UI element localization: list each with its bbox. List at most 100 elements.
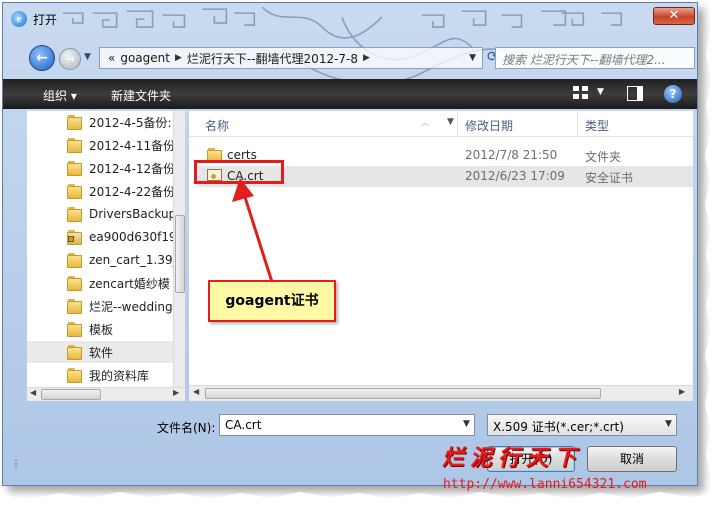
nav-item[interactable]: ea900d630f19 (27, 226, 173, 248)
nav-item[interactable]: 软件 (27, 341, 173, 363)
nav-item-label: 烂泥--wedding (89, 299, 173, 314)
nav-vertical-scrollbar[interactable] (173, 111, 185, 401)
cancel-button[interactable]: 取消 (587, 446, 677, 472)
file-row[interactable]: CA.crt 2012/6/23 17:09 安全证书 (197, 166, 693, 187)
nav-item-label: zencart婚纱模 (89, 276, 170, 291)
column-filter-icon[interactable]: ▼ (447, 117, 454, 127)
file-hscroll-thumb[interactable] (205, 388, 601, 399)
folder-icon (67, 207, 82, 222)
back-button[interactable]: ← (29, 45, 55, 71)
nav-item[interactable]: zencart婚纱模 (27, 272, 173, 294)
file-type: 文件夹 (585, 150, 622, 164)
column-modified[interactable]: 修改日期 (465, 117, 513, 134)
nav-item-label: zen_cart_1.39_ (89, 253, 173, 267)
view-dropdown-icon[interactable]: ▼ (597, 87, 604, 97)
folder-icon (67, 161, 82, 176)
file-modified: 2012/6/23 17:09 (465, 169, 565, 183)
nav-item-label: 2012-4-12备份 (89, 161, 173, 176)
folder-icon (207, 148, 222, 163)
title-bar: e 打开 ✕ (3, 3, 697, 35)
scroll-right-icon[interactable]: ▶ (173, 388, 179, 397)
resize-grip-icon[interactable]: ⋮ (11, 459, 21, 473)
nav-item-label: 2012-4-22备份 (89, 184, 173, 199)
new-folder-button[interactable]: 新建文件夹 (111, 87, 171, 104)
breadcrumb-goagent[interactable]: goagent (120, 51, 170, 65)
view-options-icon[interactable] (573, 86, 589, 100)
torn-edge-bottom (0, 492, 718, 505)
file-name: certs (227, 148, 257, 162)
nav-horizontal-scrollbar[interactable]: ◀ ▶ (27, 387, 185, 401)
filename-dropdown-icon[interactable]: ▼ (463, 419, 470, 429)
address-overflow[interactable]: « (108, 51, 115, 65)
column-divider[interactable] (457, 111, 458, 137)
scroll-right-icon[interactable]: ▶ (679, 387, 685, 396)
folder-icon (67, 322, 82, 337)
filetype-dropdown-icon[interactable]: ▼ (665, 419, 672, 429)
nav-item[interactable]: 2012-4-5备份: (27, 111, 173, 133)
address-bar[interactable]: « goagent ▶ 烂泥行天下--翻墙代理2012-7-8 ▶ ▼ (99, 47, 483, 69)
arrow-right-icon: → (64, 52, 76, 66)
sort-caret-icon: ︿ (421, 118, 429, 127)
scroll-left-icon[interactable]: ◀ (30, 388, 36, 397)
nav-item-label: 2012-4-11备份 (89, 138, 173, 153)
nav-item[interactable]: 2012-4-22备份 (27, 180, 173, 202)
nav-item[interactable]: 我的资料库 (27, 364, 173, 386)
navigation-pane: 2012-4-5备份: 2012-4-11备份 2012-4-12备份 2012-4-… (27, 111, 173, 401)
file-type: 安全证书 (585, 171, 634, 185)
address-dropdown-icon[interactable]: ▼ (469, 53, 476, 63)
nav-item[interactable]: 2012-4-12备份 (27, 157, 173, 179)
breadcrumb-separator-icon[interactable]: ▶ (363, 53, 370, 63)
breadcrumb-separator-icon[interactable]: ▶ (175, 53, 182, 63)
nav-item-label: 软件 (89, 345, 114, 360)
open-file-dialog: e 打开 ✕ ← → ▼ « goagent ▶ 烂泥行天下--翻墙代理2012… (2, 2, 698, 486)
file-list: 名称 ︿ ▼ 修改日期 类型 certs 2012/7/8 21:50 文件夹 CA.… (189, 111, 693, 401)
column-name[interactable]: 名称 (205, 117, 229, 134)
open-button[interactable]: 打开(O) (487, 446, 575, 472)
torn-edge-right (705, 0, 718, 505)
close-button[interactable]: ✕ (653, 7, 695, 25)
nav-item-label: 我的资料库 (89, 368, 150, 383)
file-horizontal-scrollbar[interactable]: ◀ ▶ (189, 385, 693, 401)
nav-item[interactable]: DriversBackup (27, 203, 173, 225)
forward-button[interactable]: → (59, 48, 81, 70)
nav-item-label: 2012-4-5备份: (89, 115, 172, 130)
file-modified: 2012/7/8 21:50 (465, 148, 558, 162)
filetype-select[interactable]: X.509 证书(*.cer;*.crt) (487, 414, 677, 436)
ie-logo-icon: e (11, 11, 27, 27)
close-icon: ✕ (668, 8, 680, 23)
search-input[interactable]: 搜索 烂泥行天下--翻墙代理2... (495, 47, 695, 69)
folder-icon (67, 276, 82, 291)
lock-icon (68, 236, 74, 242)
nav-scroll-thumb[interactable] (175, 215, 185, 293)
window-title: 打开 (33, 13, 58, 27)
folder-icon (67, 138, 82, 153)
file-name: CA.crt (227, 169, 264, 183)
nav-item-label: DriversBackup (89, 207, 173, 221)
folder-icon (67, 115, 82, 130)
nav-item-label: ea900d630f19 (89, 230, 173, 244)
nav-item[interactable]: 2012-4-11备份 (27, 134, 173, 156)
organize-button[interactable]: 组织 ▾ (43, 87, 77, 104)
folder-icon (67, 368, 82, 383)
history-dropdown[interactable]: ▼ (84, 52, 96, 64)
nav-item[interactable]: 模板 (27, 318, 173, 340)
column-type[interactable]: 类型 (585, 117, 609, 134)
nav-item[interactable]: zen_cart_1.39_ (27, 249, 173, 271)
folder-icon (67, 184, 82, 199)
scroll-left-icon[interactable]: ◀ (193, 387, 199, 396)
filename-input[interactable] (219, 414, 475, 436)
certificate-icon (207, 169, 222, 181)
nav-item[interactable]: 烂泥--wedding (27, 295, 173, 317)
help-icon[interactable]: ? (664, 85, 682, 103)
folder-icon (67, 299, 82, 314)
chevron-down-icon: ▼ (84, 52, 91, 62)
arrow-left-icon: ← (36, 50, 48, 66)
toolbar: 组织 ▾ 新建文件夹 ▼ ? (3, 79, 697, 109)
breadcrumb-current-folder[interactable]: 烂泥行天下--翻墙代理2012-7-8 (187, 50, 358, 67)
preview-pane-icon[interactable] (627, 86, 643, 101)
column-header: 名称 ︿ ▼ 修改日期 类型 (189, 111, 693, 137)
nav-hscroll-thumb[interactable] (41, 389, 101, 400)
column-divider[interactable] (577, 111, 578, 137)
file-row[interactable]: certs 2012/7/8 21:50 文件夹 (197, 145, 693, 166)
folder-icon (67, 253, 82, 268)
